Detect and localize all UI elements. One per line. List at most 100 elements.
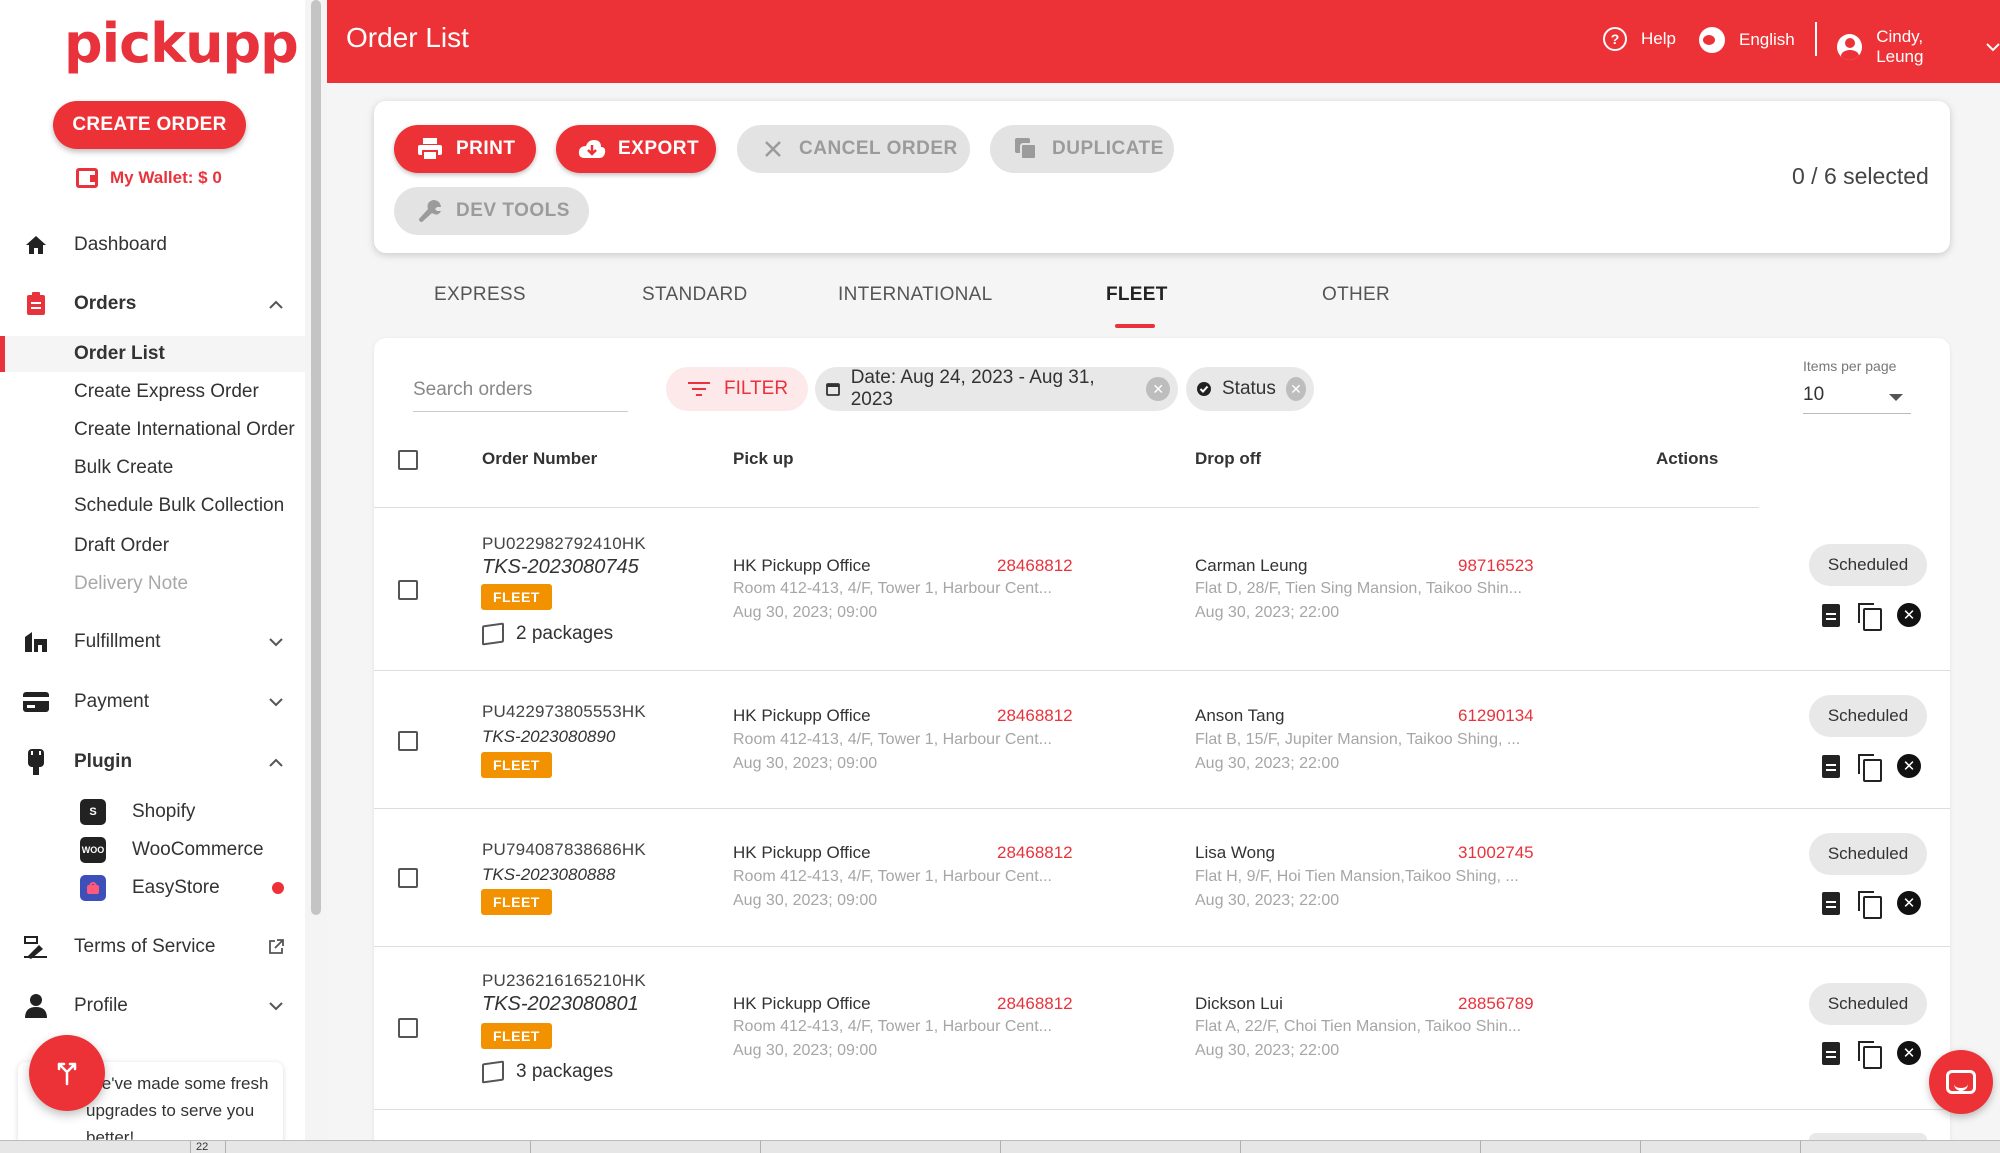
sidebar-item-payment[interactable]: Payment — [0, 682, 305, 722]
chat-support-button[interactable] — [1929, 1050, 1993, 1114]
print-label: PRINT — [456, 138, 516, 159]
sidebar-item-create-express-order[interactable]: Create Express Order — [0, 374, 305, 410]
language-selector[interactable]: English — [1699, 27, 1795, 53]
column-header-order-number[interactable]: Order Number — [482, 449, 597, 469]
duplicate-button[interactable]: DUPLICATE — [990, 125, 1174, 173]
row-checkbox[interactable] — [398, 731, 418, 751]
tab-standard[interactable]: STANDARD — [642, 284, 748, 306]
dropoff-phone: 31002745 — [1458, 843, 1534, 862]
select-all-checkbox[interactable] — [398, 450, 418, 470]
column-header-pickup[interactable]: Pick up — [733, 449, 793, 469]
row-checkbox[interactable] — [398, 1018, 418, 1038]
export-button[interactable]: EXPORT — [556, 125, 716, 173]
sidebar-item-dashboard[interactable]: Dashboard — [0, 225, 305, 265]
sidebar-item-profile[interactable]: Profile — [0, 986, 305, 1026]
status-filter-chip[interactable]: Status ✕ — [1186, 367, 1314, 411]
pickupp-logo[interactable]: pickupp — [64, 12, 299, 75]
pickup-phone: 28468812 — [997, 994, 1073, 1013]
sidebar-item-bulk-create[interactable]: Bulk Create — [0, 450, 305, 486]
chevron-down-icon[interactable] — [268, 694, 284, 710]
copy-icon[interactable] — [1856, 1040, 1882, 1069]
tab-express[interactable]: EXPRESS — [434, 284, 526, 306]
sidebar-item-label: WooCommerce — [132, 839, 264, 860]
chevron-down-icon[interactable] — [268, 634, 284, 650]
woocommerce-icon: WOO — [80, 837, 106, 863]
remove-status-filter-icon[interactable]: ✕ — [1285, 377, 1306, 401]
copy-icon[interactable] — [1856, 753, 1882, 782]
sidebar-item-shopify[interactable]: S Shopify — [0, 794, 305, 830]
sidebar-scrollbar[interactable] — [305, 0, 327, 1140]
cancel-icon[interactable]: ✕ — [1896, 602, 1922, 628]
dropoff-address: Flat B, 15/F, Jupiter Mansion, Taikoo Sh… — [1195, 731, 1521, 748]
active-tab-indicator — [1115, 324, 1155, 328]
wallet-link[interactable]: My Wallet: $ 0 — [76, 168, 222, 188]
pickup-address: Room 412-413, 4/F, Tower 1, Harbour Cent… — [733, 1018, 1052, 1035]
remove-date-filter-icon[interactable]: ✕ — [1146, 377, 1171, 401]
order-number[interactable]: PU022982792410HK — [482, 534, 646, 554]
print-button[interactable]: PRINT — [394, 125, 536, 173]
status-badge: Scheduled — [1809, 695, 1927, 737]
sidebar-item-woocommerce[interactable]: WOO WooCommerce — [0, 832, 305, 868]
sidebar-scrollbar-thumb[interactable] — [311, 0, 321, 915]
sidebar-item-plugin[interactable]: Plugin — [0, 742, 305, 782]
bottom-strip: 22 — [0, 1140, 2000, 1153]
pickup-address: Room 412-413, 4/F, Tower 1, Harbour Cent… — [733, 868, 1052, 885]
dropoff-time: Aug 30, 2023; 22:00 — [1195, 755, 1340, 772]
copy-icon[interactable] — [1856, 890, 1882, 919]
sidebar-item-draft-order[interactable]: Draft Order — [0, 528, 305, 564]
tab-international[interactable]: INTERNATIONAL — [838, 284, 993, 306]
sidebar-item-fulfillment[interactable]: Fulfillment — [0, 622, 305, 662]
user-menu[interactable]: Cindy, Leung — [1837, 27, 2000, 67]
sidebar-item-create-international-order[interactable]: Create International Order — [0, 412, 305, 448]
sidebar-item-label: Create Express Order — [74, 381, 259, 402]
help-link[interactable]: ? Help — [1603, 27, 1676, 51]
sidebar-item-delivery-note[interactable]: Delivery Note — [0, 566, 305, 602]
help-label: Help — [1641, 29, 1676, 48]
cancel-icon[interactable]: ✕ — [1896, 753, 1922, 779]
dropoff-name: Lisa Wong — [1195, 843, 1276, 862]
sidebar-item-label: Profile — [74, 995, 128, 1016]
search-input[interactable]: Search orders — [413, 374, 628, 412]
cancel-icon[interactable]: ✕ — [1896, 890, 1922, 916]
date-filter-chip[interactable]: Date: Aug 24, 2023 - Aug 31, 2023 ✕ — [815, 367, 1178, 411]
sidebar-item-schedule-bulk-collection[interactable]: Schedule Bulk Collection — [0, 488, 305, 524]
row-checkbox[interactable] — [398, 868, 418, 888]
tab-fleet[interactable]: FLEET — [1106, 284, 1168, 306]
upgrade-fab-button[interactable] — [29, 1035, 105, 1111]
document-icon[interactable] — [1818, 753, 1844, 779]
document-icon[interactable] — [1818, 890, 1844, 916]
external-link-icon[interactable] — [268, 939, 284, 955]
document-icon[interactable] — [1818, 1040, 1844, 1066]
dev-tools-button[interactable]: DEV TOOLS — [394, 187, 589, 235]
sidebar-item-terms-of-service[interactable]: Terms of Service — [0, 927, 305, 967]
printer-icon — [416, 135, 444, 163]
chevron-up-icon[interactable] — [268, 296, 284, 312]
order-number[interactable]: PU794087838686HK — [482, 840, 646, 860]
sidebar-item-label: Orders — [74, 293, 137, 314]
sidebar-item-easystore[interactable]: EasyStore — [0, 870, 305, 906]
filter-button[interactable]: FILTER — [666, 367, 808, 411]
tab-other[interactable]: OTHER — [1322, 284, 1390, 306]
sidebar-item-label: Shopify — [132, 801, 196, 822]
row-checkbox[interactable] — [398, 580, 418, 600]
create-order-button[interactable]: CREATE ORDER — [53, 101, 246, 149]
cancel-icon[interactable]: ✕ — [1896, 1040, 1922, 1066]
column-header-dropoff[interactable]: Drop off — [1195, 449, 1261, 469]
copy-icon[interactable] — [1856, 602, 1882, 631]
close-icon — [759, 135, 787, 163]
dropoff-address: Flat H, 9/F, Hoi Tien Mansion,Taikoo Shi… — [1195, 868, 1519, 885]
items-per-page-select[interactable]: 10 — [1803, 380, 1911, 414]
dropoff-time: Aug 30, 2023; 22:00 — [1195, 1042, 1340, 1059]
table-row[interactable] — [374, 508, 1950, 671]
sidebar-item-orders[interactable]: Orders — [0, 284, 305, 324]
copy-icon — [1012, 135, 1040, 163]
order-number[interactable]: PU236216165210HK — [482, 971, 646, 991]
sidebar-item-order-list[interactable]: Order List — [0, 336, 305, 372]
pickup-phone: 28468812 — [997, 706, 1073, 725]
document-icon[interactable] — [1818, 602, 1844, 628]
dev-tools-label: DEV TOOLS — [456, 200, 570, 221]
cancel-order-button[interactable]: CANCEL ORDER — [737, 125, 970, 173]
order-number[interactable]: PU422973805553HK — [482, 702, 646, 722]
chevron-up-icon[interactable] — [268, 754, 284, 770]
chevron-down-icon[interactable] — [268, 998, 284, 1014]
